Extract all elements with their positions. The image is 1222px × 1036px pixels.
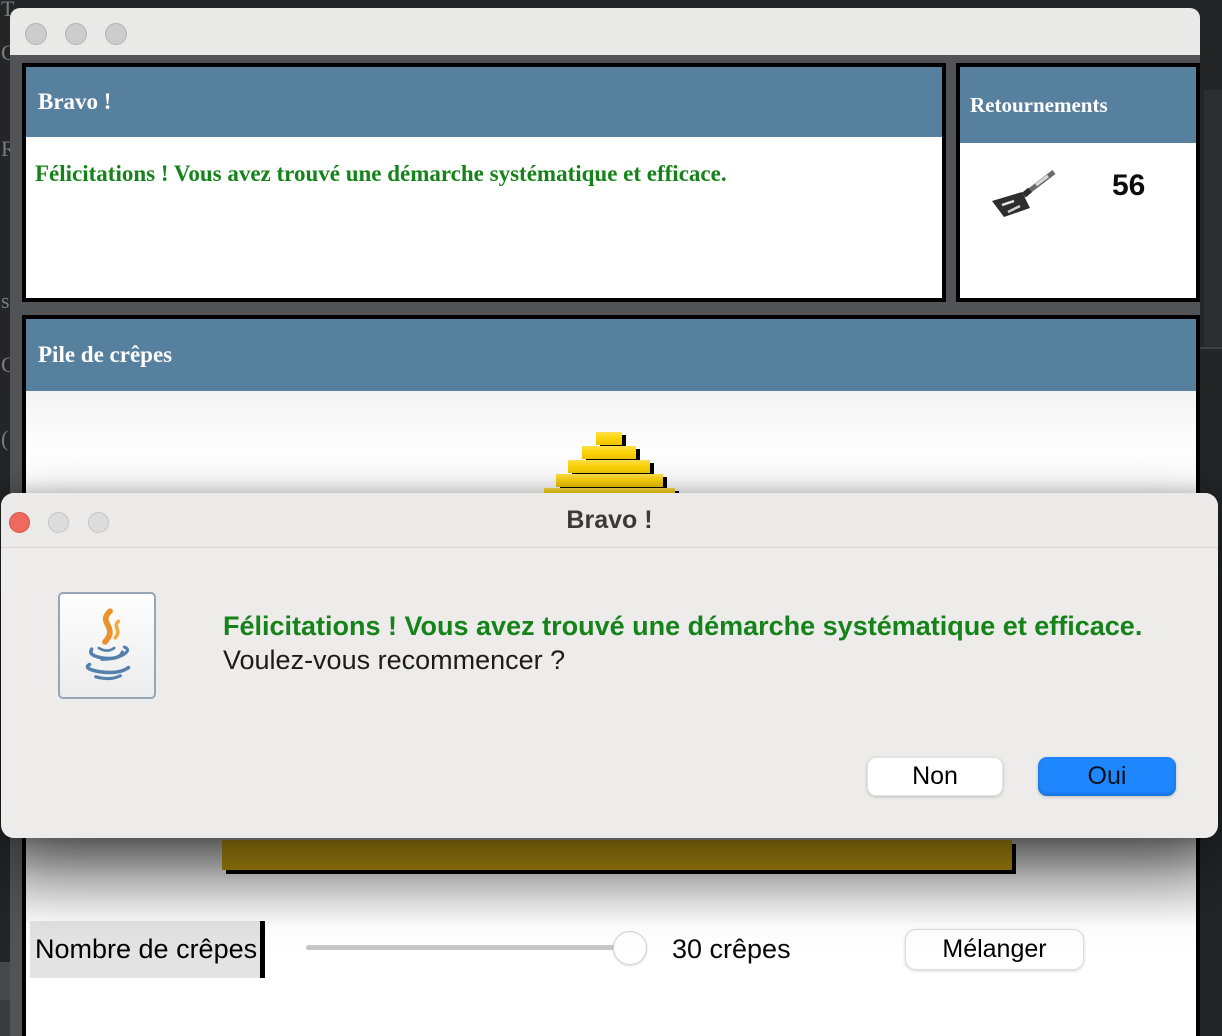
yes-button[interactable]: Oui [1038,757,1176,796]
bravo-panel-header: Bravo ! [26,67,942,137]
pancake-bottom-tier[interactable] [222,840,1012,870]
dialog-titlebar[interactable]: Bravo ! [1,493,1218,548]
screen: TCRsC( Bravo ! Félicitations ! Vous avez… [0,0,1222,1036]
background-app-panel-edge [0,962,10,1000]
background-app-divider [1200,347,1222,349]
bravo-panel: Bravo ! Félicitations ! Vous avez trouvé… [22,63,946,302]
pancake-count-slider-track[interactable] [306,945,640,950]
spatula-icon [984,165,1060,225]
no-button[interactable]: Non [867,757,1003,796]
pile-panel-title: Pile de crêpes [38,342,172,368]
pancake-count-value: 30 crêpes [672,934,791,965]
retournements-panel-header: Retournements [960,67,1196,143]
bravo-dialog: Bravo ! Félicitations ! Vous avez trouvé… [1,493,1218,838]
pancake-count-label: Nombre de crêpes [30,921,265,978]
close-button-inactive[interactable] [25,23,47,45]
java-logo-icon [58,592,156,699]
flip-count-value: 56 [1112,169,1145,203]
pancake-tier[interactable] [596,432,622,445]
background-text-fragment: s [1,288,10,314]
pile-panel-header: Pile de crêpes [26,319,1196,391]
pancake-tier[interactable] [568,460,650,473]
dialog-title: Bravo ! [1,493,1218,547]
retournements-panel: Retournements 56 [956,63,1200,302]
bravo-panel-message: Félicitations ! Vous avez trouvé une dém… [26,137,942,187]
minimize-button-inactive[interactable] [65,23,87,45]
app-window-titlebar[interactable] [10,8,1200,55]
background-text-fragment: ( [1,426,8,452]
pancake-count-slider-thumb[interactable] [613,931,647,965]
retournements-panel-title: Retournements [970,93,1108,118]
dialog-success-message: Félicitations ! Vous avez trouvé une dém… [223,611,1142,642]
shuffle-button[interactable]: Mélanger [905,929,1084,970]
dialog-question-message: Voulez-vous recommencer ? [223,645,565,676]
zoom-button-inactive[interactable] [105,23,127,45]
background-app-panel-edge [1204,90,1222,347]
bravo-panel-title: Bravo ! [38,89,111,115]
pancake-tier[interactable] [582,446,636,459]
pancake-tier[interactable] [556,474,663,487]
background-app-panel-edge [0,1000,10,1036]
